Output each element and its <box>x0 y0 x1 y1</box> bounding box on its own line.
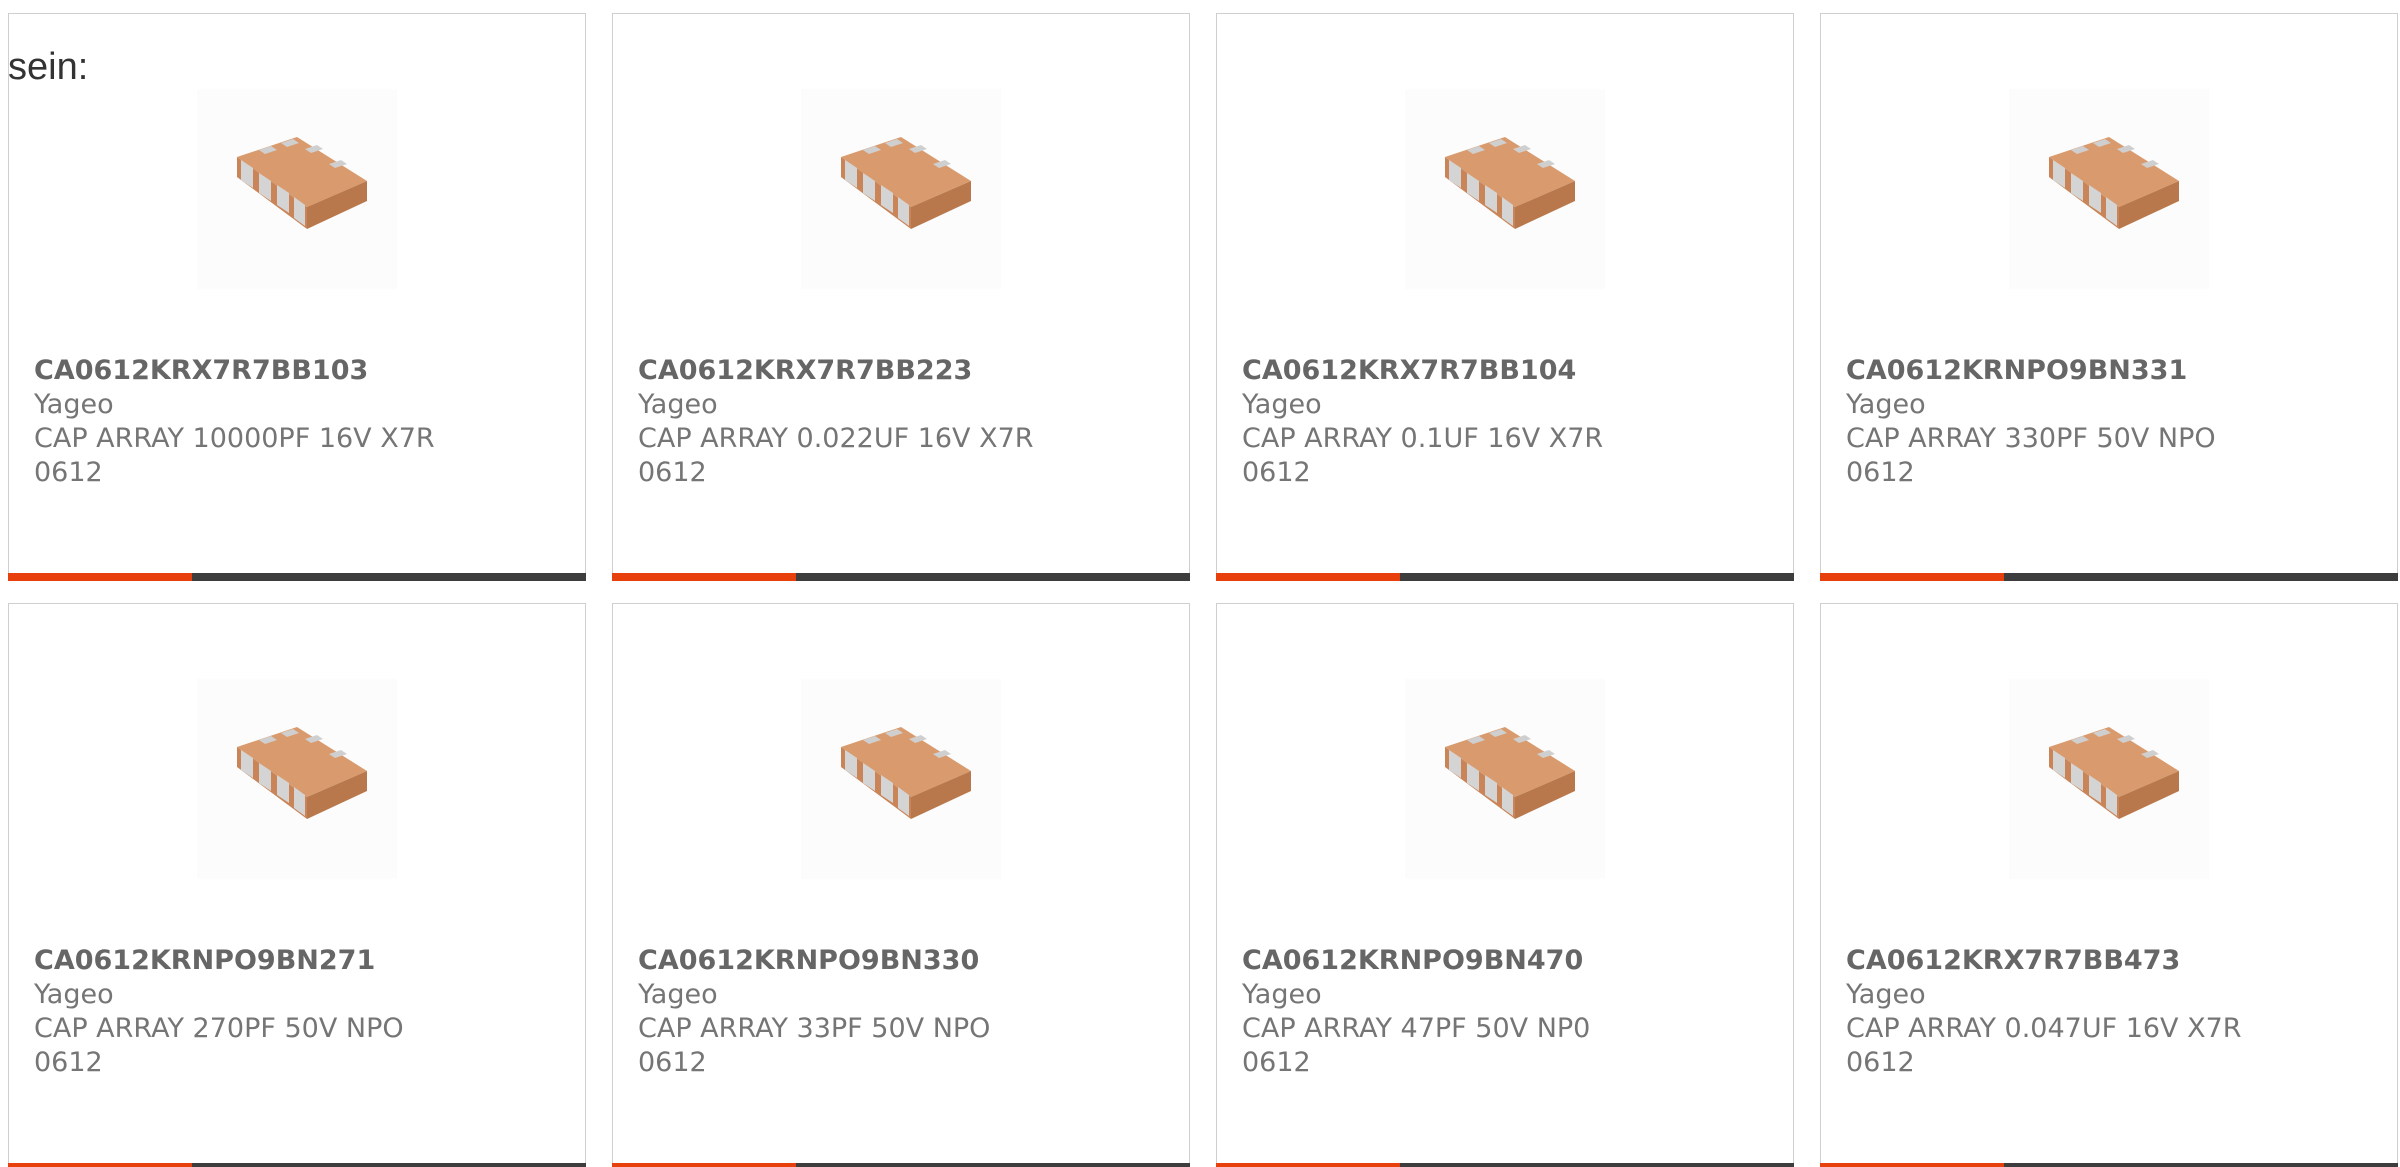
manufacturer: Yageo <box>34 389 114 420</box>
product-description: CAP ARRAY 0.1UF 16V X7R 0612 <box>1242 423 1604 488</box>
product-card[interactable]: CA0612KRX7R7BB223 Yageo CAP ARRAY 0.022UF … <box>612 13 1190 581</box>
product-card[interactable]: CA0612KRNPO9BN331 Yageo CAP ARRAY 330PF 50… <box>1820 13 2398 581</box>
product-description: CAP ARRAY 47PF 50V NP0 0612 <box>1242 1013 1591 1078</box>
product-info: CA0612KRX7R7BB104 Yageo CAP ARRAY 0.1UF 16… <box>1242 354 1662 490</box>
capacitor-array-chip-icon[interactable] <box>801 679 1001 879</box>
card-accent-bar <box>612 1163 1190 1167</box>
product-description: CAP ARRAY 330PF 50V NPO 0612 <box>1846 423 2216 488</box>
product-description: CAP ARRAY 0.047UF 16V X7R 0612 <box>1846 1013 2242 1078</box>
card-accent-bar <box>612 573 1190 581</box>
card-accent-fill <box>8 573 192 581</box>
manufacturer: Yageo <box>638 979 718 1010</box>
product-card-grid: CA0612KRX7R7BB103 Yageo CAP ARRAY 10000PF … <box>8 13 2400 1167</box>
manufacturer: Yageo <box>1242 979 1322 1010</box>
capacitor-array-chip-icon[interactable] <box>197 679 397 879</box>
part-number[interactable]: CA0612KRX7R7BB223 <box>638 354 1058 388</box>
capacitor-array-chip-icon[interactable] <box>1405 679 1605 879</box>
product-description: CAP ARRAY 0.022UF 16V X7R 0612 <box>638 423 1034 488</box>
part-number[interactable]: CA0612KRNPO9BN470 <box>1242 944 1662 978</box>
product-description: CAP ARRAY 270PF 50V NPO 0612 <box>34 1013 404 1078</box>
card-accent-bar <box>1216 1163 1794 1167</box>
manufacturer: Yageo <box>34 979 114 1010</box>
product-card[interactable]: CA0612KRNPO9BN330 Yageo CAP ARRAY 33PF 50V… <box>612 603 1190 1167</box>
product-info: CA0612KRNPO9BN271 Yageo CAP ARRAY 270PF 50… <box>34 944 454 1080</box>
product-card[interactable]: CA0612KRX7R7BB104 Yageo CAP ARRAY 0.1UF 16… <box>1216 13 1794 581</box>
manufacturer: Yageo <box>638 389 718 420</box>
capacitor-array-chip-icon[interactable] <box>1405 89 1605 289</box>
card-accent-fill <box>612 573 796 581</box>
card-accent-fill <box>1820 1163 2004 1167</box>
product-description: CAP ARRAY 33PF 50V NPO 0612 <box>638 1013 991 1078</box>
part-number[interactable]: CA0612KRX7R7BB104 <box>1242 354 1662 388</box>
capacitor-array-chip-icon[interactable] <box>2009 679 2209 879</box>
part-number[interactable]: CA0612KRX7R7BB103 <box>34 354 454 388</box>
product-grid-page: sein: CA0612KRX7R7BB103 Yageo CAP ARRAY 10… <box>0 0 2400 1167</box>
card-accent-bar <box>1216 573 1794 581</box>
part-number[interactable]: CA0612KRNPO9BN271 <box>34 944 454 978</box>
card-accent-fill <box>1216 1163 1400 1167</box>
card-accent-fill <box>8 1163 192 1167</box>
manufacturer: Yageo <box>1846 389 1926 420</box>
part-number[interactable]: CA0612KRX7R7BB473 <box>1846 944 2266 978</box>
product-info: CA0612KRX7R7BB223 Yageo CAP ARRAY 0.022UF … <box>638 354 1058 490</box>
product-info: CA0612KRNPO9BN331 Yageo CAP ARRAY 330PF 50… <box>1846 354 2266 490</box>
card-accent-bar <box>8 573 586 581</box>
card-accent-bar <box>8 1163 586 1167</box>
product-card[interactable]: CA0612KRX7R7BB103 Yageo CAP ARRAY 10000PF … <box>8 13 586 581</box>
product-info: CA0612KRX7R7BB473 Yageo CAP ARRAY 0.047UF … <box>1846 944 2266 1080</box>
card-accent-bar <box>1820 1163 2398 1167</box>
manufacturer: Yageo <box>1242 389 1322 420</box>
card-accent-fill <box>1216 573 1400 581</box>
product-info: CA0612KRNPO9BN330 Yageo CAP ARRAY 33PF 50V… <box>638 944 1058 1080</box>
product-card[interactable]: CA0612KRX7R7BB473 Yageo CAP ARRAY 0.047UF … <box>1820 603 2398 1167</box>
capacitor-array-chip-icon[interactable] <box>801 89 1001 289</box>
card-accent-fill <box>1820 573 2004 581</box>
card-accent-bar <box>1820 573 2398 581</box>
manufacturer: Yageo <box>1846 979 1926 1010</box>
product-card[interactable]: CA0612KRNPO9BN470 Yageo CAP ARRAY 47PF 50V… <box>1216 603 1794 1167</box>
product-description: CAP ARRAY 10000PF 16V X7R 0612 <box>34 423 435 488</box>
card-accent-fill <box>612 1163 796 1167</box>
part-number[interactable]: CA0612KRNPO9BN331 <box>1846 354 2266 388</box>
capacitor-array-chip-icon[interactable] <box>2009 89 2209 289</box>
part-number[interactable]: CA0612KRNPO9BN330 <box>638 944 1058 978</box>
capacitor-array-chip-icon[interactable] <box>197 89 397 289</box>
product-info: CA0612KRX7R7BB103 Yageo CAP ARRAY 10000PF … <box>34 354 454 490</box>
product-info: CA0612KRNPO9BN470 Yageo CAP ARRAY 47PF 50V… <box>1242 944 1662 1080</box>
lead-text: sein: <box>8 46 89 88</box>
product-card[interactable]: CA0612KRNPO9BN271 Yageo CAP ARRAY 270PF 50… <box>8 603 586 1167</box>
